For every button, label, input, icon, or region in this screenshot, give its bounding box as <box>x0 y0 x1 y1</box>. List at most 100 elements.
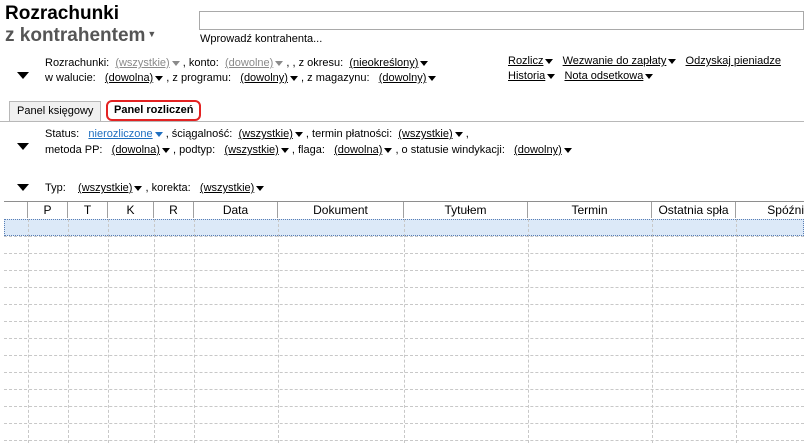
table-row[interactable] <box>4 423 804 424</box>
table-row[interactable] <box>4 321 804 322</box>
grid-header: P T K R Data Dokument Tytułem Termin Ost… <box>4 202 804 220</box>
settlements-grid[interactable]: P T K R Data Dokument Tytułem Termin Ost… <box>4 201 804 443</box>
chevron-down-icon <box>563 147 572 153</box>
col-header-p[interactable]: P <box>28 202 68 218</box>
col-header-r[interactable]: R <box>154 202 194 218</box>
waluta-dropdown[interactable]: (dowolna) <box>104 72 164 84</box>
tab-panel-ksiegowy[interactable]: Panel księgowy <box>9 101 102 121</box>
table-row[interactable] <box>4 406 804 407</box>
rozlicz-label: Rozlicz <box>508 55 544 67</box>
table-row[interactable] <box>4 440 804 441</box>
col-header-ostatnia-splata[interactable]: Ostatnia spła <box>652 202 736 218</box>
col-header-data[interactable]: Data <box>194 202 278 218</box>
program-label: , z programu: <box>166 72 232 84</box>
page-title: Rozrachunki <box>5 3 120 24</box>
table-row[interactable] <box>4 389 804 390</box>
wezwanie-menu[interactable]: Wezwanie do zapłaty <box>563 55 677 67</box>
col-header-termin[interactable]: Termin <box>528 202 652 218</box>
chevron-down-icon <box>155 75 164 81</box>
chevron-down-icon <box>294 131 303 137</box>
flaga-dropdown[interactable]: (dowolna) <box>334 144 393 156</box>
rozrachunki-value: (wszystkie) <box>115 57 170 69</box>
table-row[interactable] <box>4 304 804 305</box>
wezwanie-label: Wezwanie do zapłaty <box>562 55 667 67</box>
chevron-down-icon <box>547 73 556 79</box>
chevron-down-icon <box>134 185 143 191</box>
sciagalnosc-label: , ściągalność: <box>165 128 233 140</box>
windykacja-dropdown[interactable]: (dowolny) <box>514 144 572 156</box>
chevron-down-icon <box>384 147 393 153</box>
table-row[interactable] <box>4 372 804 373</box>
metoda-dropdown[interactable]: (dowolna) <box>112 144 170 156</box>
contractor-input[interactable] <box>199 11 804 30</box>
subtitle-chevron-icon: ▼ <box>147 29 157 39</box>
podtyp-value: (wszystkie) <box>224 144 279 156</box>
chevron-down-icon <box>154 131 163 137</box>
korekta-value: (wszystkie) <box>199 182 255 194</box>
korekta-label: , korekta: <box>145 182 191 194</box>
chevron-down-icon <box>171 60 180 66</box>
magazyn-dropdown[interactable]: (dowolny) <box>379 72 437 84</box>
subtitle-label: z kontrahentem <box>5 25 146 46</box>
table-row[interactable] <box>4 236 804 237</box>
filter-row-1: Rozrachunki: (wszystkie) , konto: (dowol… <box>45 57 429 69</box>
collapse-filters1-icon[interactable] <box>17 72 29 79</box>
nota-label: Nota odsetkowa <box>564 70 644 82</box>
nota-menu[interactable]: Nota odsetkowa <box>564 70 654 82</box>
chevron-down-icon <box>161 147 170 153</box>
konto-dropdown[interactable]: (dowolne) <box>224 57 284 69</box>
okres-dropdown[interactable]: (nieokreślony) <box>349 57 429 69</box>
korekta-dropdown[interactable]: (wszystkie) <box>199 182 265 194</box>
filter-row-3: Status: nierozliczone , ściągalność: (ws… <box>45 128 469 140</box>
konto-value: (dowolne) <box>224 57 274 69</box>
waluta-label: w walucie: <box>45 72 96 84</box>
sciagalnosc-dropdown[interactable]: (wszystkie) <box>238 128 303 140</box>
status-dropdown[interactable]: nierozliczone <box>88 128 163 140</box>
col-header-dokument[interactable]: Dokument <box>278 202 404 218</box>
rozlicz-menu[interactable]: Rozlicz <box>508 55 554 67</box>
rozrachunki-label: Rozrachunki: <box>45 57 110 69</box>
historia-menu[interactable]: Historia <box>508 70 556 82</box>
filter-row-2: w walucie: (dowolna) , z programu: (dowo… <box>45 72 437 84</box>
table-row[interactable] <box>4 287 804 288</box>
rozrachunki-dropdown[interactable]: (wszystkie) <box>115 57 180 69</box>
konto-label: , konto: <box>182 57 219 69</box>
metoda-label: metoda PP: <box>45 144 103 156</box>
chevron-down-icon <box>454 131 463 137</box>
termin-dropdown[interactable]: (wszystkie) <box>398 128 463 140</box>
program-dropdown[interactable]: (dowolny) <box>240 72 298 84</box>
chevron-down-icon <box>275 60 284 66</box>
table-row[interactable] <box>4 253 804 254</box>
page-subtitle[interactable]: z kontrahentem ▼ <box>5 25 156 47</box>
row3-comma: , <box>465 128 469 140</box>
col-header-select[interactable] <box>4 202 28 218</box>
windykacja-label: , o statusie windykacji: <box>395 144 505 156</box>
table-row[interactable] <box>4 355 804 356</box>
chevron-down-icon <box>289 75 298 81</box>
termin-label: , termin płatności: <box>305 128 393 140</box>
chevron-down-icon <box>420 60 429 66</box>
collapse-filters3-icon[interactable] <box>17 184 29 191</box>
waluta-value: (dowolna) <box>104 72 154 84</box>
chevron-down-icon <box>645 73 654 79</box>
chevron-down-icon <box>428 75 437 81</box>
tab-divider <box>0 121 804 122</box>
col-header-spoznienie[interactable]: Spóźni <box>736 202 804 218</box>
historia-label: Historia <box>508 70 546 82</box>
podtyp-label: , podtyp: <box>173 144 216 156</box>
col-header-k[interactable]: K <box>108 202 154 218</box>
chevron-down-icon <box>545 58 554 64</box>
col-header-t[interactable]: T <box>68 202 108 218</box>
chevron-down-icon <box>668 58 677 64</box>
podtyp-dropdown[interactable]: (wszystkie) <box>224 144 289 156</box>
okres-label: , z okresu: <box>292 57 344 69</box>
col-header-tytulem[interactable]: Tytułem <box>404 202 528 218</box>
table-row[interactable] <box>4 270 804 271</box>
odzyskaj-link[interactable]: Odzyskaj pieniadze <box>686 55 781 67</box>
typ-dropdown[interactable]: (wszystkie) <box>78 182 143 194</box>
tab-panel-rozliczen[interactable]: Panel rozliczeń <box>106 100 202 121</box>
flaga-value: (dowolna) <box>334 144 383 156</box>
table-row[interactable] <box>4 338 804 339</box>
actions-row-2: Historia Nota odsetkowa <box>508 70 654 82</box>
collapse-filters2-icon[interactable] <box>17 143 29 150</box>
